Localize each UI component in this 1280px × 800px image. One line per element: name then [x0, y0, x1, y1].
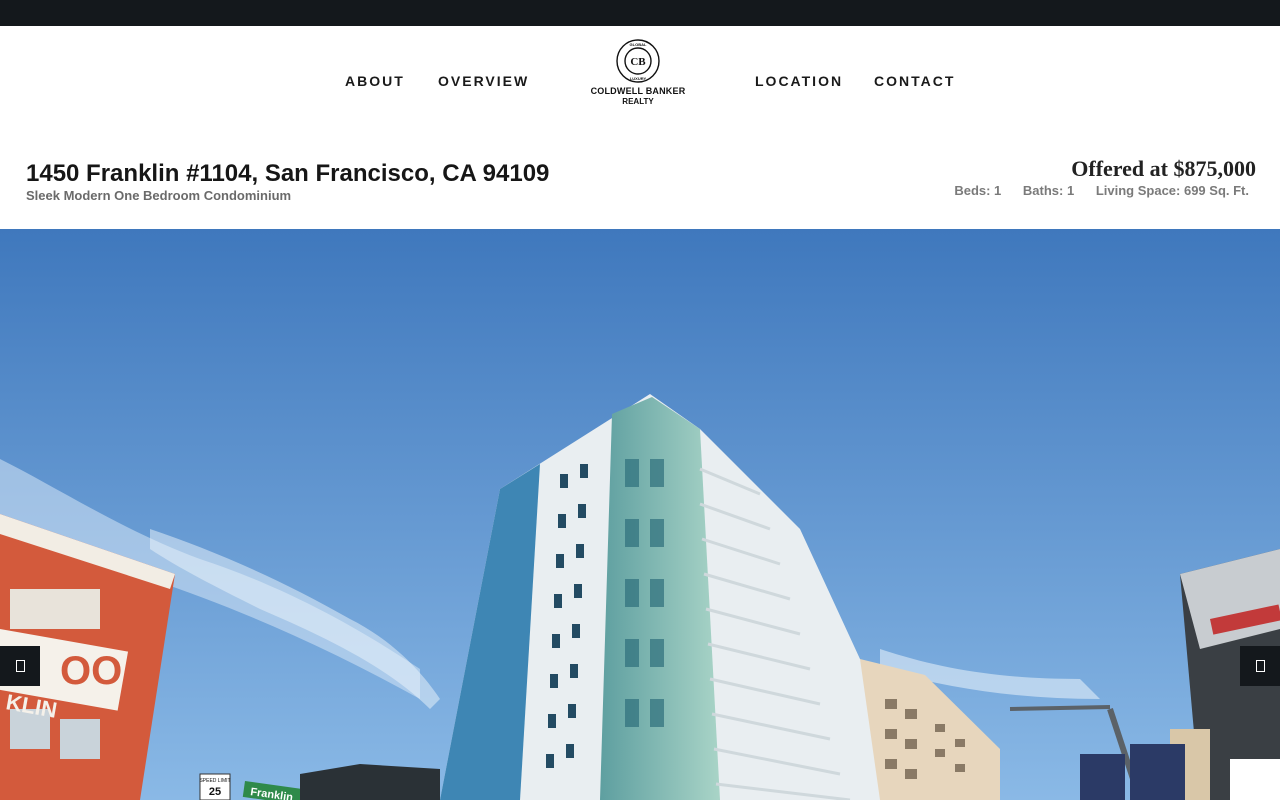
nav-overview-link[interactable]: OVERVIEW — [438, 73, 529, 89]
svg-text:GLOBAL: GLOBAL — [630, 42, 647, 47]
listing-price: Offered at $875,000 — [1071, 156, 1256, 181]
svg-text:OO: OO — [60, 649, 122, 693]
hero-photo: OO KLIN 25 SPEED LIMIT Franklin — [0, 229, 1280, 800]
logo-emblem-icon: GLOBAL LUXURY CB — [616, 39, 660, 83]
living-space: Living Space: 699 Sq. Ft. — [1095, 183, 1249, 198]
svg-text:LUXURY: LUXURY — [630, 76, 647, 81]
baths-count: Baths: 1 — [1022, 183, 1075, 198]
listing-facts: Beds: 1 Baths: 1 Living Space: 699 Sq. F… — [954, 183, 1249, 199]
top-bar — [0, 0, 1280, 26]
chevron-right-icon — [1255, 660, 1265, 672]
nav-contact-link[interactable]: CONTACT — [874, 73, 955, 89]
logo-brand-sub: REALTY — [622, 97, 654, 106]
logo-brand-name: COLDWELL BANKER — [590, 86, 686, 96]
svg-text:CB: CB — [630, 56, 646, 68]
hero-building-image: OO KLIN 25 SPEED LIMIT Franklin — [0, 229, 1280, 800]
slider-next-button[interactable] — [1240, 646, 1280, 686]
listing-subtitle: Sleek Modern One Bedroom Condominium — [26, 188, 292, 203]
nav-location-link[interactable]: LOCATION — [755, 73, 843, 89]
svg-text:SPEED LIMIT: SPEED LIMIT — [199, 778, 230, 784]
nav-about-link[interactable]: ABOUT — [345, 73, 405, 89]
listing-address: 1450 Franklin #1104, San Francisco, CA 9… — [26, 160, 550, 187]
slider-prev-button[interactable] — [0, 646, 40, 686]
svg-text:25: 25 — [209, 786, 221, 798]
chevron-left-icon — [15, 660, 25, 672]
brand-logo[interactable]: GLOBAL LUXURY CB COLDWELL BANKER REALTY — [578, 38, 698, 112]
beds-count: Beds: 1 — [954, 183, 1002, 198]
